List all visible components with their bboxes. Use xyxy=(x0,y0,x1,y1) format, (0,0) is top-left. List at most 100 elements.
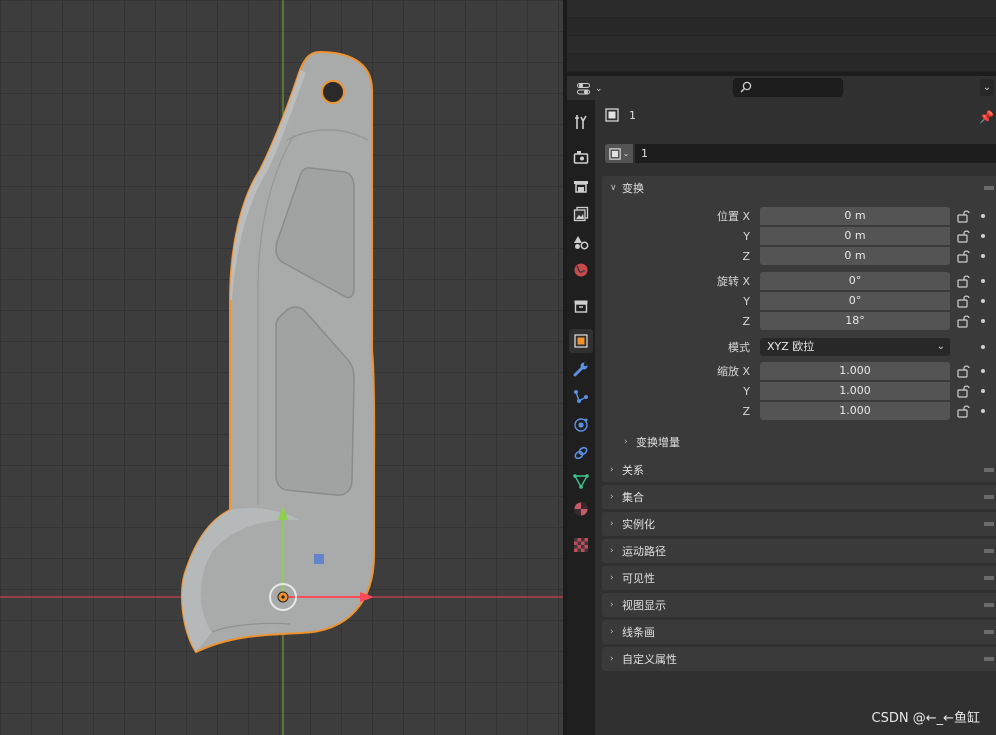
location-y-row: Y 0 m xyxy=(602,227,996,246)
scale-x-field[interactable]: 1.000 xyxy=(760,362,950,380)
rotation-y-field[interactable]: 0° xyxy=(760,292,950,310)
viewport-display-panel[interactable]: › 视图显示 xyxy=(602,593,996,617)
wrench-icon xyxy=(573,362,588,377)
tab-data[interactable] xyxy=(569,469,593,493)
transform-panel-header[interactable]: ∨ 变换 xyxy=(602,176,996,200)
scale-z-field[interactable]: 1.000 xyxy=(760,402,950,420)
chevron-right-icon: › xyxy=(610,492,614,502)
drag-grip-icon[interactable] xyxy=(984,630,994,634)
line-art-panel[interactable]: › 线条画 xyxy=(602,620,996,644)
drag-grip-icon[interactable] xyxy=(984,495,994,499)
panel-title: 变换 xyxy=(622,182,644,195)
location-z-row: Z 0 m xyxy=(602,247,996,266)
scale-y-field[interactable]: 1.000 xyxy=(760,382,950,400)
properties-tabs xyxy=(567,100,595,735)
custom-properties-panel[interactable]: › 自定义属性 xyxy=(602,647,996,671)
rotation-z-field[interactable]: 18° xyxy=(760,312,950,330)
lock-open-icon[interactable] xyxy=(957,384,971,398)
editor-type-button[interactable]: ⌄ xyxy=(577,80,603,97)
visibility-panel[interactable]: › 可见性 xyxy=(602,566,996,590)
keyframe-dot-icon[interactable] xyxy=(981,319,985,323)
panel-title: 线条画 xyxy=(622,626,655,639)
object-name-field[interactable]: 1 xyxy=(635,144,996,163)
search-input[interactable] xyxy=(733,78,843,97)
chevron-right-icon: › xyxy=(610,654,614,664)
object-icon xyxy=(605,108,619,122)
keyframe-dot-icon[interactable] xyxy=(981,299,985,303)
lock-open-icon[interactable] xyxy=(957,274,971,288)
drag-grip-icon[interactable] xyxy=(984,657,994,661)
lock-open-icon[interactable] xyxy=(957,229,971,243)
pin-icon[interactable]: 📌 xyxy=(979,110,994,124)
view-layer-icon xyxy=(573,206,589,222)
keyframe-dot-icon[interactable] xyxy=(981,409,985,413)
keyframe-dot-icon[interactable] xyxy=(981,389,985,393)
tab-particles[interactable] xyxy=(569,385,593,409)
tab-object[interactable] xyxy=(569,329,593,353)
tab-constraints[interactable] xyxy=(569,441,593,465)
object-datablock-selector: ⌄ 1 xyxy=(605,144,996,163)
delta-transform-subpanel[interactable]: › 变换增量 xyxy=(624,431,680,453)
mode-label: 模式 xyxy=(728,341,750,354)
tab-view-layer[interactable] xyxy=(569,202,593,226)
keyframe-dot-icon[interactable] xyxy=(981,369,985,373)
lock-open-icon[interactable] xyxy=(957,364,971,378)
drag-grip-icon[interactable] xyxy=(984,186,994,190)
tab-modifiers[interactable] xyxy=(569,357,593,381)
location-z-field[interactable]: 0 m xyxy=(760,247,950,265)
rotation-y-row: Y 0° xyxy=(602,292,996,311)
rotation-mode-row: 模式 XYZ 欧拉 ⌄ xyxy=(602,338,996,357)
drag-grip-icon[interactable] xyxy=(984,603,994,607)
tab-output[interactable] xyxy=(569,174,593,198)
location-x-row: 位置 X 0 m xyxy=(602,207,996,226)
location-y-field[interactable]: 0 m xyxy=(760,227,950,245)
chevron-right-icon: › xyxy=(610,627,614,637)
keyframe-dot-icon[interactable] xyxy=(981,345,985,349)
rotation-mode-select[interactable]: XYZ 欧拉 ⌄ xyxy=(760,338,950,356)
rotation-z-row: Z 18° xyxy=(602,312,996,331)
drag-grip-icon[interactable] xyxy=(984,549,994,553)
chevron-down-icon: ⌄ xyxy=(595,83,603,94)
scale-z-row: Z 1.000 xyxy=(602,402,996,421)
tab-texture[interactable] xyxy=(569,533,593,557)
rotation-x-field[interactable]: 0° xyxy=(760,272,950,290)
drag-grip-icon[interactable] xyxy=(984,468,994,472)
keyframe-dot-icon[interactable] xyxy=(981,254,985,258)
drag-grip-icon[interactable] xyxy=(984,522,994,526)
tab-collection[interactable] xyxy=(569,294,593,318)
panel-title: 实例化 xyxy=(622,518,655,531)
outliner-area[interactable] xyxy=(567,0,996,72)
tab-material[interactable] xyxy=(569,497,593,521)
keyframe-dot-icon[interactable] xyxy=(981,234,985,238)
relations-panel[interactable]: › 关系 xyxy=(602,458,996,482)
panel-title: 关系 xyxy=(622,464,644,477)
tab-scene[interactable] xyxy=(569,230,593,254)
chevron-down-icon: ∨ xyxy=(610,183,617,193)
tab-physics[interactable] xyxy=(569,413,593,437)
y-label: Y xyxy=(743,230,750,243)
keyframe-dot-icon[interactable] xyxy=(981,279,985,283)
lock-open-icon[interactable] xyxy=(957,404,971,418)
tab-render[interactable] xyxy=(569,145,593,169)
location-x-field[interactable]: 0 m xyxy=(760,207,950,225)
keyframe-dot-icon[interactable] xyxy=(981,214,985,218)
motion-paths-panel[interactable]: › 运动路径 xyxy=(602,539,996,563)
lock-open-icon[interactable] xyxy=(957,314,971,328)
transform-panel: ∨ 变换 位置 X 0 m Y 0 m Z 0 m 旋转 X 0° Y 0° Z… xyxy=(602,176,996,463)
drag-grip-icon[interactable] xyxy=(984,576,994,580)
tab-world[interactable] xyxy=(569,258,593,282)
mesh-object[interactable] xyxy=(180,50,376,654)
lock-open-icon[interactable] xyxy=(957,209,971,223)
browse-object-button[interactable]: ⌄ xyxy=(605,144,633,163)
tab-tool[interactable] xyxy=(569,110,593,134)
lock-open-icon[interactable] xyxy=(957,249,971,263)
3d-viewport[interactable] xyxy=(0,0,563,735)
scale-label: 缩放 X xyxy=(716,365,750,378)
collection-icon xyxy=(574,300,588,313)
scale-x-row: 缩放 X 1.000 xyxy=(602,362,996,381)
lock-open-icon[interactable] xyxy=(957,294,971,308)
scale-y-row: Y 1.000 xyxy=(602,382,996,401)
instancing-panel[interactable]: › 实例化 xyxy=(602,512,996,536)
collections-panel[interactable]: › 集合 xyxy=(602,485,996,509)
options-dropdown-button[interactable]: ⌄ xyxy=(980,79,994,96)
